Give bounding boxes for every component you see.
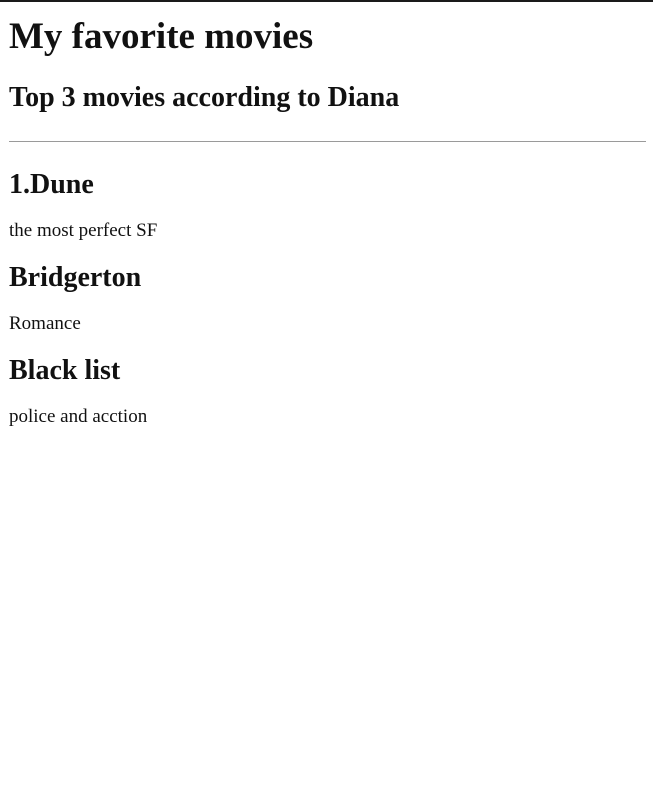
movie-description: police and acction <box>9 406 148 427</box>
movie-description: the most perfect SF <box>9 220 158 241</box>
movie-title: Black list <box>9 355 121 386</box>
movie-title: 1.Dune <box>9 169 94 200</box>
movie-item: Bridgerton Romance <box>9 242 646 335</box>
movie-title: Bridgerton <box>9 262 142 293</box>
page-subtitle: Top 3 movies according to Diana <box>9 82 400 113</box>
movie-item: 1.Dune the most perfect SF <box>9 142 646 242</box>
movie-description: Romance <box>9 313 81 334</box>
movie-item: Black list police and acction <box>9 335 646 428</box>
page-content: My favorite movies Top 3 movies accordin… <box>0 2 653 428</box>
page-title: My favorite movies <box>9 16 314 57</box>
